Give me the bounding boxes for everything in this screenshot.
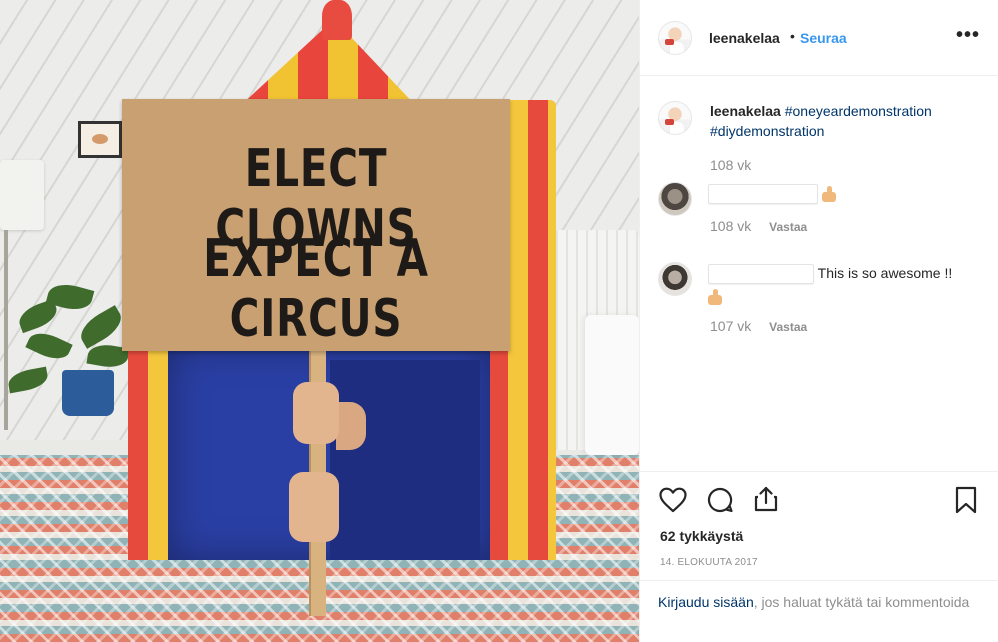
comment-body: This is so awesome !! <box>708 262 978 306</box>
login-link[interactable]: Kirjaudu sisään <box>658 594 754 610</box>
photo-plant-pot <box>62 370 114 416</box>
caption-avatar[interactable] <box>658 101 692 135</box>
post-photo[interactable]: ELECT CLOWNS EXPECT A CIRCUS <box>0 0 639 642</box>
reply-button[interactable]: Vastaa <box>769 320 807 334</box>
photo-lamp <box>0 160 44 230</box>
commenter-avatar[interactable] <box>658 182 692 216</box>
thumbs-up-icon <box>708 288 722 305</box>
sign-text-line-2: EXPECT A CIRCUS <box>203 229 429 349</box>
header-separator: • <box>790 28 795 44</box>
login-divider <box>640 580 998 581</box>
comment-body <box>708 182 978 205</box>
hashtag-link[interactable]: #diydemonstration <box>710 123 824 139</box>
post-date[interactable]: 14. ELOKUUTA 2017 <box>660 557 758 568</box>
commenter-avatar[interactable] <box>658 262 692 296</box>
bookmark-icon[interactable] <box>954 486 978 514</box>
comment-meta: 108 vk Vastaa <box>710 218 807 234</box>
caption-username[interactable]: leenakelaa <box>710 103 781 119</box>
redacted-username[interactable] <box>708 184 818 205</box>
heart-icon[interactable] <box>659 487 687 513</box>
comment-icon[interactable] <box>707 487 733 513</box>
comment-text: This is so awesome !! <box>817 265 953 281</box>
thumbs-up-icon <box>821 186 836 203</box>
likes-count[interactable]: 62 tykkäystä <box>660 528 743 544</box>
caption-timestamp[interactable]: 108 vk <box>710 157 751 173</box>
photo-hand-upper <box>293 382 339 444</box>
share-icon[interactable] <box>753 485 779 513</box>
hashtag-link[interactable]: #oneyeardemonstration <box>785 103 932 119</box>
post-header: leenakelaa • Seuraa ••• <box>640 0 998 76</box>
photo-wall-frame <box>78 121 122 158</box>
comment-timestamp[interactable]: 108 vk <box>710 218 751 234</box>
photo-tent-tip <box>322 0 352 40</box>
login-prompt-text: , jos haluat tykätä tai kommentoida <box>753 594 970 610</box>
owner-avatar[interactable] <box>658 21 692 55</box>
header-username[interactable]: leenakelaa <box>709 30 780 46</box>
protest-sign: ELECT CLOWNS EXPECT A CIRCUS <box>122 99 510 351</box>
comment-meta: 107 vk Vastaa <box>710 318 807 334</box>
caption-text: leenakelaa #oneyeardemonstration #diydem… <box>710 101 990 141</box>
reply-button[interactable]: Vastaa <box>769 220 807 234</box>
photo-stool <box>585 315 639 455</box>
comment-timestamp[interactable]: 107 vk <box>710 318 751 334</box>
post-side-panel: leenakelaa • Seuraa ••• leenakelaa #oney… <box>639 0 998 642</box>
photo-tent-opening <box>330 360 480 560</box>
photo-arm <box>336 402 366 450</box>
actions-divider <box>640 471 998 472</box>
photo-hand-lower <box>289 472 339 542</box>
login-prompt: Kirjaudu sisään, jos haluat tykätä tai k… <box>658 592 978 612</box>
more-options-icon[interactable]: ••• <box>956 24 980 47</box>
redacted-username[interactable] <box>708 264 814 285</box>
follow-button[interactable]: Seuraa <box>800 30 847 46</box>
